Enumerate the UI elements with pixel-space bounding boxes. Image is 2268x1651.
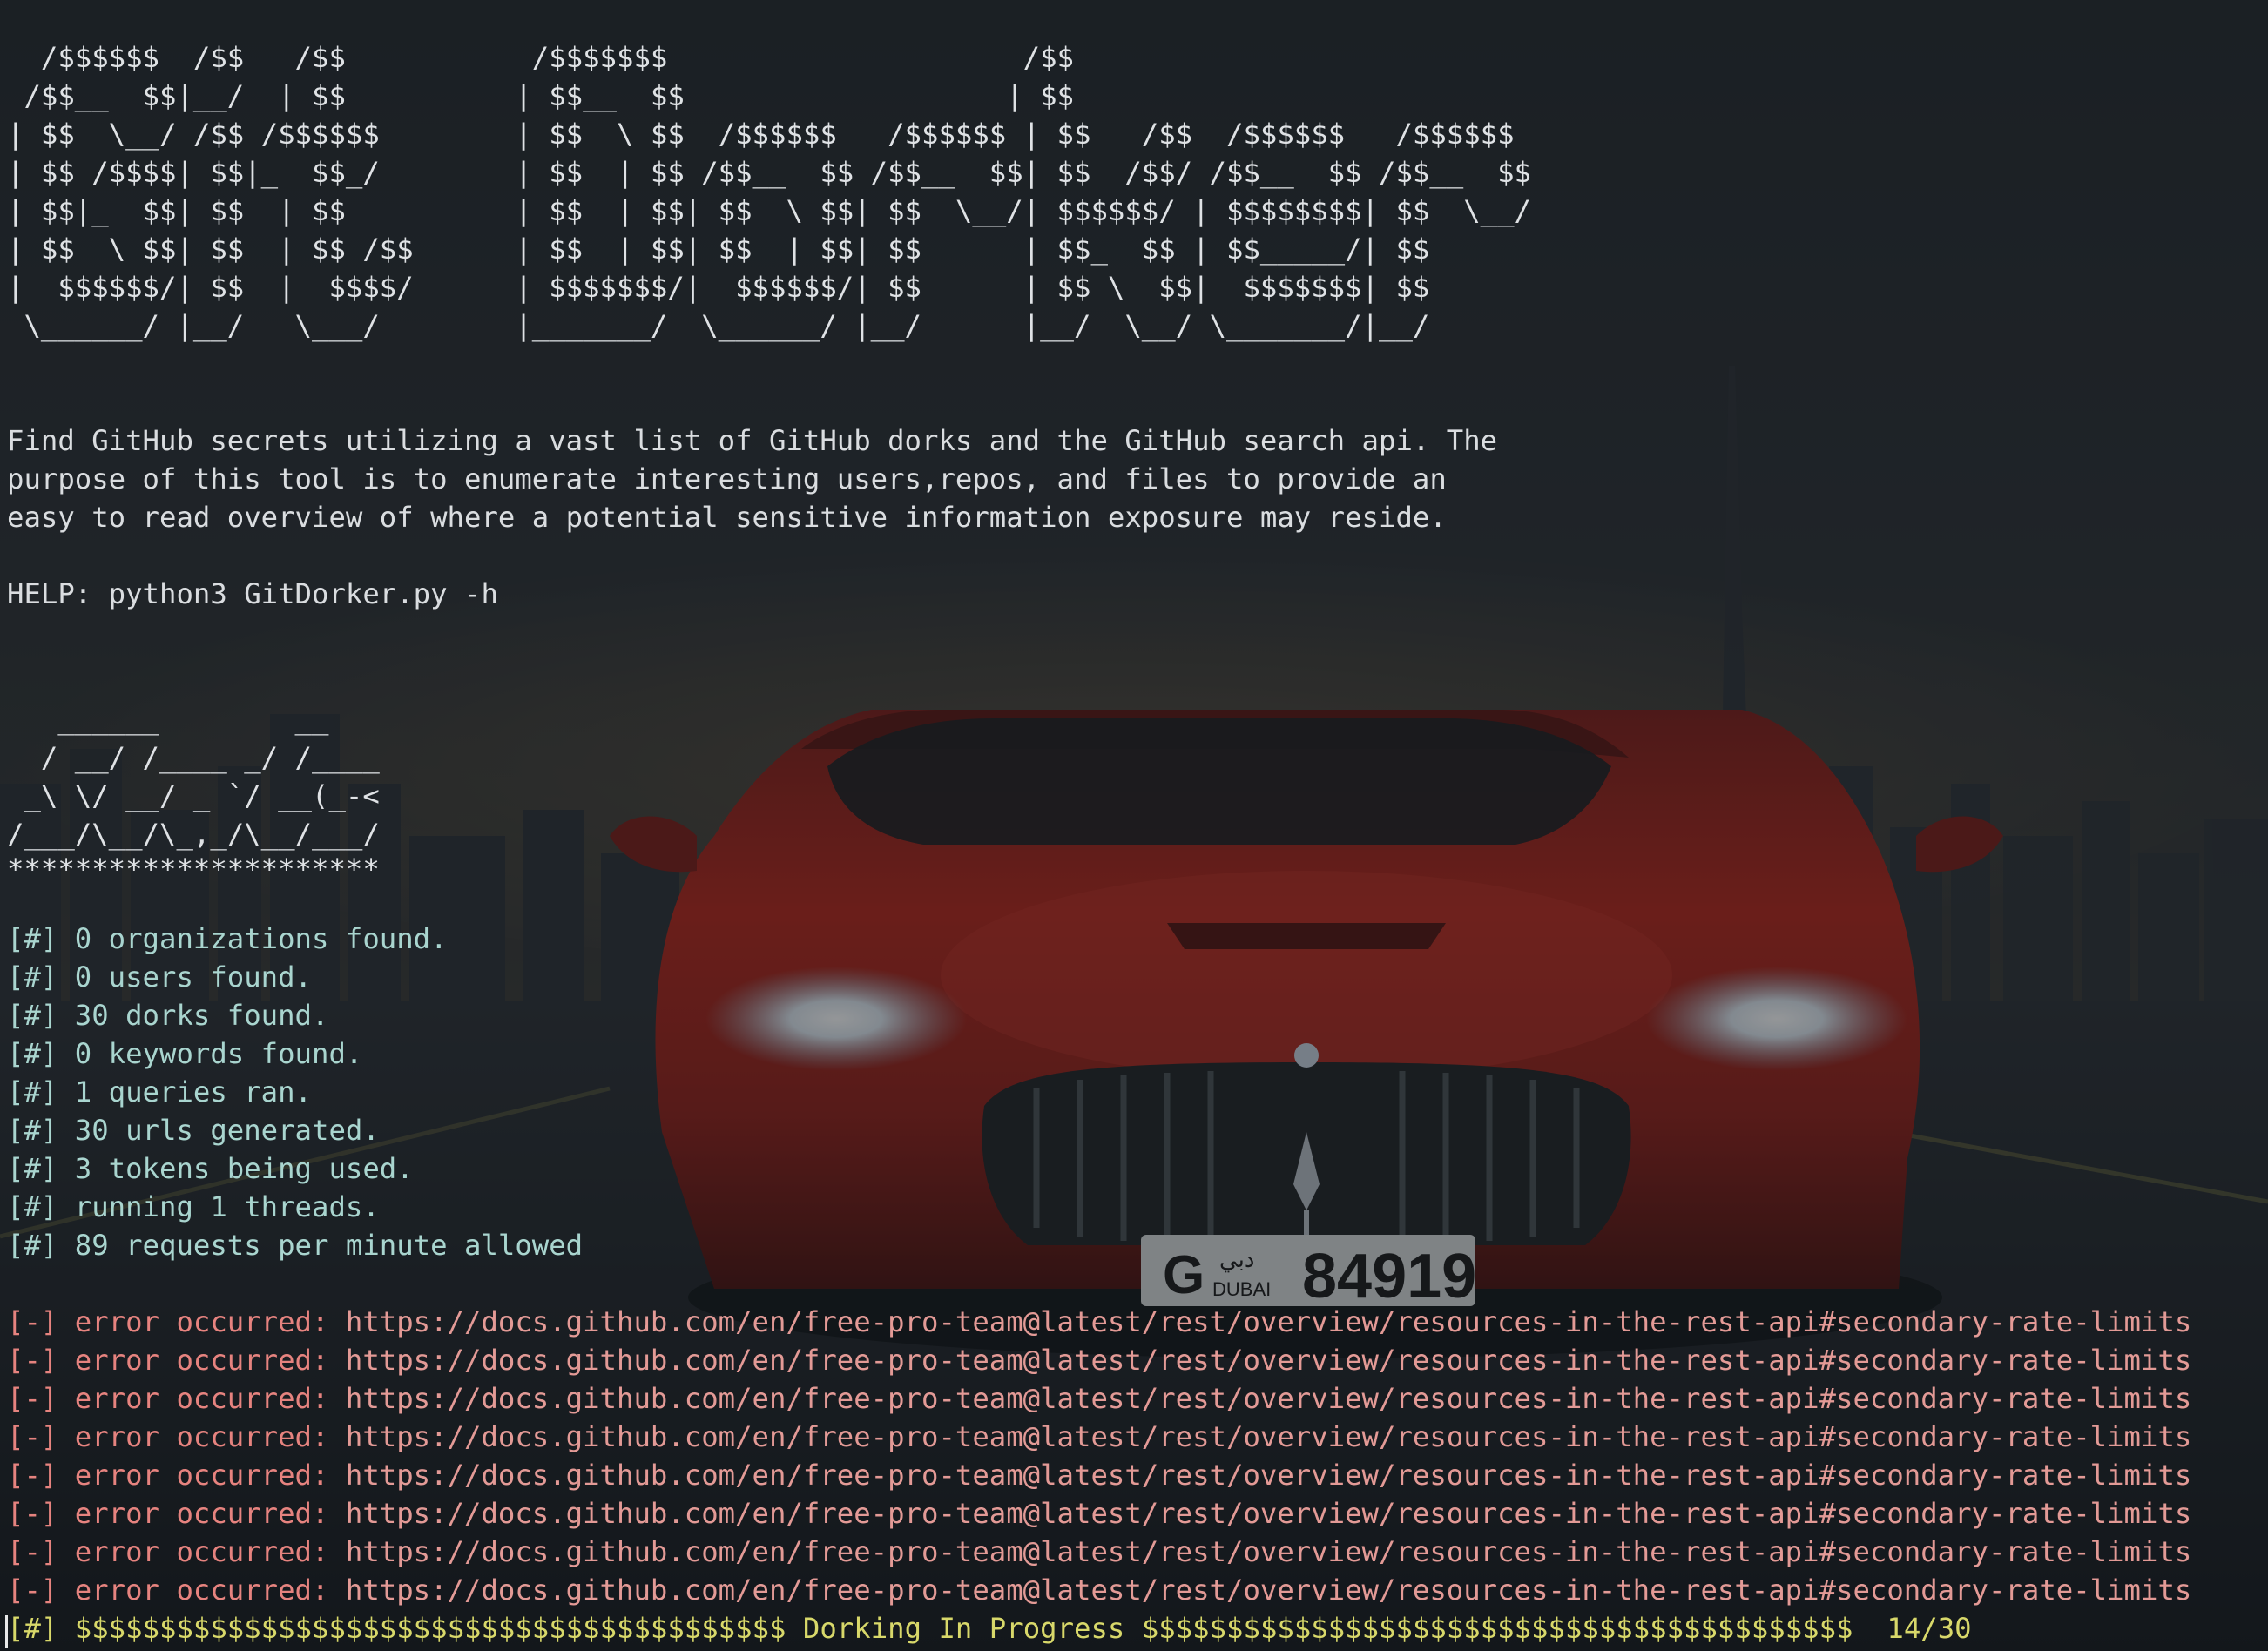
- terminal-cursor: [5, 1615, 8, 1648]
- stat-line: [#] 3 tokens being used.: [7, 1152, 414, 1185]
- description-line: easy to read overview of where a potenti…: [7, 501, 1447, 534]
- stat-line: [#] 0 organizations found.: [7, 922, 448, 955]
- error-line: [-] error occurred: https://docs.github.…: [7, 1341, 2191, 1379]
- banner-line: \______/ |__/ \___/ |_______/ \______/ |…: [7, 309, 1430, 342]
- stats-banner-line: / __/ /____ _/ /____: [7, 741, 380, 774]
- error-prefix: [-] error occurred:: [7, 1535, 346, 1568]
- error-line: [-] error occurred: https://docs.github.…: [7, 1418, 2191, 1456]
- banner-line: | $$$$$$/| $$ | $$$$/ | $$$$$$$/| $$$$$$…: [7, 271, 1430, 304]
- banner-line: | $$ \ $$| $$ | $$ /$$ | $$ | $$| $$ | $…: [7, 232, 1430, 266]
- banner-line: /$$__ $$|__/ | $$ | $$__ $$ | $$: [7, 79, 1074, 112]
- description-line: Find GitHub secrets utilizing a vast lis…: [7, 424, 1498, 457]
- error-line: [-] error occurred: https://docs.github.…: [7, 1571, 2191, 1609]
- progress-bar-right: $$$$$$$$$$$$$$$$$$$$$$$$$$$$$$$$$$$$$$$$…: [1141, 1612, 1853, 1645]
- error-prefix: [-] error occurred:: [7, 1459, 346, 1492]
- error-url-link[interactable]: https://docs.github.com/en/free-pro-team…: [346, 1535, 2191, 1568]
- banner-line: /$$$$$$ /$$ /$$ /$$$$$$$ /$$: [7, 41, 1074, 74]
- error-line: [-] error occurred: https://docs.github.…: [7, 1494, 2191, 1533]
- stats-banner-line: /___/\__/\_,_/\__/___/: [7, 818, 380, 851]
- error-url-link[interactable]: https://docs.github.com/en/free-pro-team…: [346, 1344, 2191, 1377]
- error-url-link[interactable]: https://docs.github.com/en/free-pro-team…: [346, 1497, 2191, 1530]
- stats-banner-line: ______ __: [7, 703, 329, 736]
- stat-line: [#] 30 dorks found.: [7, 999, 329, 1032]
- error-prefix: [-] error occurred:: [7, 1497, 346, 1530]
- error-line: [-] error occurred: https://docs.github.…: [7, 1456, 2191, 1494]
- banner-line: | $$ /$$$$| $$|_ $$_/ | $$ | $$ /$$__ $$…: [7, 156, 1531, 189]
- error-url-link[interactable]: https://docs.github.com/en/free-pro-team…: [346, 1420, 2191, 1453]
- error-line: [-] error occurred: https://docs.github.…: [7, 1533, 2191, 1571]
- progress-label: Dorking In Progress: [802, 1612, 1125, 1645]
- banner-line: | $$|_ $$| $$ | $$ | $$ | $$| $$ \ $$| $…: [7, 194, 1531, 227]
- error-prefix: [-] error occurred:: [7, 1420, 346, 1453]
- progress-tag: [#]: [7, 1612, 58, 1645]
- error-prefix: [-] error occurred:: [7, 1344, 346, 1377]
- stat-line: [#] 0 users found.: [7, 960, 312, 994]
- stat-line: [#] running 1 threads.: [7, 1190, 380, 1223]
- stat-line: [#] 0 keywords found.: [7, 1037, 363, 1070]
- error-line: [-] error occurred: https://docs.github.…: [7, 1379, 2191, 1418]
- stats-banner-line: _\ \/ __/ _ `/ __(_-<: [7, 779, 380, 812]
- stat-line: [#] 30 urls generated.: [7, 1114, 380, 1147]
- error-prefix: [-] error occurred:: [7, 1574, 346, 1607]
- error-prefix: [-] error occurred:: [7, 1305, 346, 1338]
- error-url-link[interactable]: https://docs.github.com/en/free-pro-team…: [346, 1305, 2191, 1338]
- stat-line: [#] 89 requests per minute allowed: [7, 1229, 584, 1262]
- banner-line: | $$ \__/ /$$ /$$$$$$ | $$ \ $$ /$$$$$$ …: [7, 118, 1515, 151]
- progress-count: 14/30: [1887, 1612, 1972, 1645]
- stats-banner-divider: **********************: [7, 852, 380, 886]
- progress-bar-left: $$$$$$$$$$$$$$$$$$$$$$$$$$$$$$$$$$$$$$$$…: [74, 1612, 786, 1645]
- stat-line: [#] 1 queries ran.: [7, 1075, 312, 1109]
- error-url-link[interactable]: https://docs.github.com/en/free-pro-team…: [346, 1382, 2191, 1415]
- error-url-link[interactable]: https://docs.github.com/en/free-pro-team…: [346, 1574, 2191, 1607]
- terminal-output[interactable]: /$$$$$$ /$$ /$$ /$$$$$$$ /$$ /$$__ $$|__…: [0, 0, 2268, 1651]
- help-text: HELP: python3 GitDorker.py -h: [7, 577, 498, 610]
- error-prefix: [-] error occurred:: [7, 1382, 346, 1415]
- description-line: purpose of this tool is to enumerate int…: [7, 462, 1447, 495]
- progress-line: [#] $$$$$$$$$$$$$$$$$$$$$$$$$$$$$$$$$$$$…: [7, 1609, 1972, 1648]
- error-line: [-] error occurred: https://docs.github.…: [7, 1303, 2191, 1341]
- error-url-link[interactable]: https://docs.github.com/en/free-pro-team…: [346, 1459, 2191, 1492]
